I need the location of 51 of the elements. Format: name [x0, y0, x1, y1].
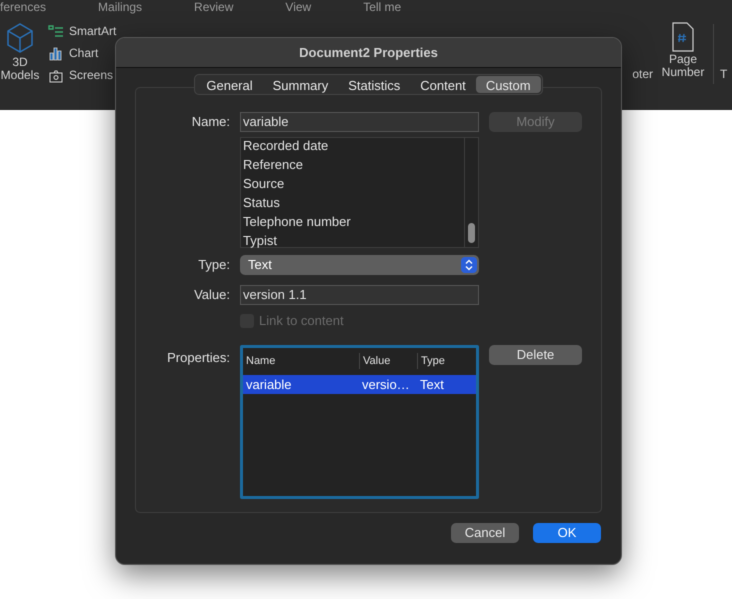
- list-item[interactable]: Reference: [243, 155, 464, 174]
- ribbon-tab[interactable]: View: [285, 0, 312, 14]
- tab[interactable]: General: [196, 76, 263, 93]
- tab[interactable]: Statistics: [338, 76, 410, 93]
- table-cell-text: Text: [419, 376, 445, 394]
- footer-button[interactable]: oter: [632, 68, 653, 81]
- ribbon-tab[interactable]: Tell me: [363, 0, 402, 14]
- type-select[interactable]: Text: [240, 255, 479, 275]
- cube-icon: [5, 22, 35, 54]
- column-header[interactable]: Name: [243, 352, 359, 370]
- field-label: Value:: [193, 286, 230, 304]
- column-header[interactable]: Type: [417, 352, 476, 370]
- ribbon-item[interactable]: SmartArt: [48, 22, 116, 40]
- ribbon-item[interactable]: Screens: [48, 66, 116, 84]
- smartart-icon: [48, 24, 64, 38]
- field-label: Properties:: [166, 349, 230, 367]
- ribbon-tab[interactable]: ferences: [0, 0, 46, 14]
- table-cell-text: versio…: [361, 376, 411, 394]
- value-field[interactable]: version 1.1: [240, 285, 479, 305]
- list-item[interactable]: Status: [243, 193, 464, 212]
- 3d-models-button[interactable]: 3D Models: [0, 22, 42, 82]
- ok-button[interactable]: OK: [533, 523, 601, 543]
- checkbox-label: Link to content: [259, 312, 344, 330]
- scrollbar-thumb[interactable]: [468, 223, 475, 243]
- table-row[interactable]: variable versio… Text: [243, 375, 476, 394]
- field-label: Name:: [190, 113, 230, 132]
- tab[interactable]: Summary: [262, 76, 338, 93]
- ribbon-tab[interactable]: Review: [194, 0, 234, 14]
- tab[interactable]: Content: [410, 76, 476, 93]
- name-field[interactable]: variable: [240, 112, 479, 132]
- properties-table[interactable]: Name Value Type variable versio… Text: [240, 345, 479, 499]
- table-cell-text: variable: [245, 376, 293, 394]
- ribbon-item[interactable]: Chart: [48, 44, 116, 62]
- list-item[interactable]: Recorded date: [243, 136, 464, 155]
- list-item[interactable]: Typist: [243, 231, 464, 250]
- list-item[interactable]: Telephone number: [243, 212, 464, 231]
- tab[interactable]: Custom: [476, 76, 541, 93]
- list-item[interactable]: Source: [243, 174, 464, 193]
- page-number-icon: [671, 22, 695, 52]
- page-number-button[interactable]: Page Number: [659, 22, 707, 79]
- screenshot-icon: [48, 68, 64, 82]
- column-header[interactable]: Value: [359, 352, 417, 370]
- delete-button[interactable]: Delete: [489, 345, 582, 365]
- text-box-button[interactable]: T: [720, 68, 730, 81]
- name-list[interactable]: Recorded date Reference Source Status Telephone number Typist: [240, 137, 479, 248]
- stepper-icon: [461, 257, 477, 273]
- ribbon-tab[interactable]: Mailings: [98, 0, 142, 14]
- field-label: Type:: [197, 256, 230, 274]
- window-title: Document2 Properties: [299, 44, 438, 62]
- bar-chart-icon: [48, 46, 64, 60]
- cancel-button[interactable]: Cancel: [451, 523, 519, 543]
